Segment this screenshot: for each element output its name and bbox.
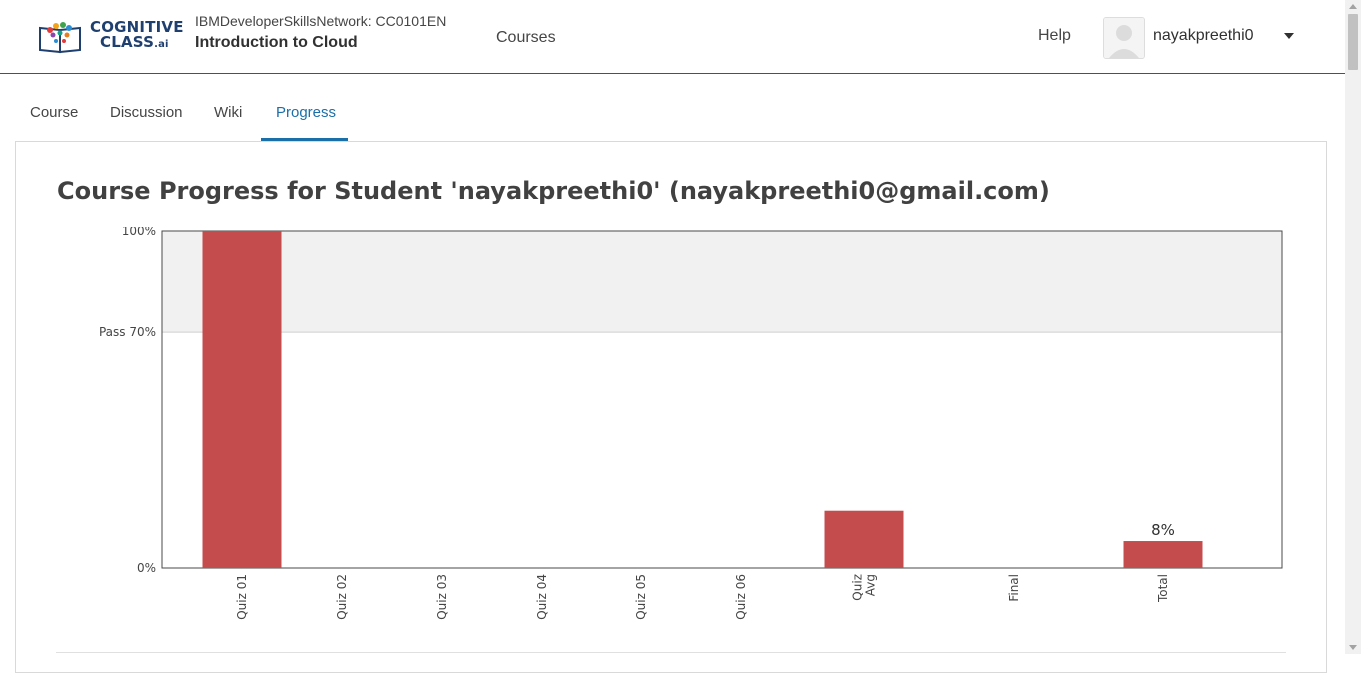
x-tick-label-quiz-02: Quiz 02 — [335, 574, 349, 620]
x-tick-final: Final — [1007, 574, 1021, 602]
logo-line-2-text: CLASS — [100, 33, 155, 51]
y-tick-0: 0% — [137, 561, 156, 575]
tab-wiki[interactable]: Wiki — [214, 104, 242, 121]
course-organization: IBMDeveloperSkillsNetwork: CC0101EN — [195, 13, 447, 29]
chevron-down-icon[interactable] — [1284, 33, 1294, 39]
user-avatar-icon — [1104, 18, 1144, 58]
x-tick-label-quiz-01: Quiz 01 — [235, 574, 249, 620]
course-tabs: Course Discussion Wiki Progress — [0, 90, 1345, 142]
cognitive-class-logo[interactable]: COGNITIVE CLASS.ai — [36, 18, 183, 54]
x-tick-quiz-04: Quiz 04 — [535, 574, 549, 620]
courses-nav-link[interactable]: Courses — [496, 29, 556, 47]
x-tick-label-total: Total — [1156, 574, 1170, 603]
x-tick-quiz-01: Quiz 01 — [235, 574, 249, 620]
chart-annotations: 8% — [1151, 521, 1175, 539]
grade-progress-chart: 100%Pass 70%0% Quiz 01 Quiz 02 Quiz 03 Quiz… — [99, 227, 1283, 620]
pass-threshold-band — [162, 231, 1282, 333]
x-tick-label-quiz-04: Quiz 04 — [535, 574, 549, 620]
site-header: COGNITIVE CLASS.ai IBMDeveloperSkillsNet… — [0, 0, 1345, 74]
logo-suffix: .ai — [154, 39, 169, 50]
progress-panel: Course Progress for Student 'nayakpreeth… — [15, 141, 1327, 673]
chart-background — [161, 230, 1283, 569]
bar-quiz-01 — [202, 231, 282, 568]
help-link[interactable]: Help — [1038, 27, 1071, 45]
scroll-up-arrow-icon[interactable] — [1349, 4, 1357, 9]
x-tick-label-quiz-avg-1: Quiz — [851, 574, 865, 601]
section-divider — [56, 652, 1286, 653]
avatar[interactable] — [1103, 17, 1145, 59]
x-tick-label-quiz-05: Quiz 05 — [634, 574, 648, 620]
x-tick-quiz-03: Quiz 03 — [435, 574, 449, 620]
y-tick-100: 100% — [122, 227, 156, 238]
chart-x-ticks: Quiz 01 Quiz 02 Quiz 03 Quiz 04 Quiz 05 Quiz … — [235, 574, 1170, 620]
x-tick-label-quiz-06: Quiz 06 — [734, 574, 748, 620]
book-logo-icon — [39, 22, 81, 54]
page-title: Course Progress for Student 'nayakpreeth… — [57, 177, 1050, 205]
logo-text: COGNITIVE CLASS.ai — [90, 20, 184, 52]
x-tick-label-final: Final — [1007, 574, 1021, 602]
page-scrollbar[interactable] — [1345, 0, 1361, 654]
data-label-total: 8% — [1151, 521, 1175, 539]
tab-progress[interactable]: Progress — [276, 104, 336, 121]
x-tick-label-quiz-03: Quiz 03 — [435, 574, 449, 620]
x-tick-label-quiz-avg-2: Avg — [864, 574, 878, 596]
course-title: Introduction to Cloud — [195, 34, 358, 51]
username-menu[interactable]: nayakpreethi0 — [1153, 27, 1254, 45]
x-tick-quiz-02: Quiz 02 — [335, 574, 349, 620]
bar-total — [1123, 541, 1203, 568]
x-tick-total: Total — [1156, 574, 1170, 603]
scrollbar-thumb[interactable] — [1348, 14, 1358, 70]
x-tick-quiz-05: Quiz 05 — [634, 574, 648, 620]
scroll-down-arrow-icon[interactable] — [1349, 645, 1357, 650]
tab-course[interactable]: Course — [30, 104, 78, 121]
x-tick-quiz-06: Quiz 06 — [734, 574, 748, 620]
tab-discussion[interactable]: Discussion — [110, 104, 183, 121]
logo-line-2: CLASS.ai — [90, 35, 184, 52]
chart-y-ticks: 100% Pass 70% 0% — [99, 227, 156, 575]
y-tick-pass-70: Pass 70% — [99, 325, 156, 339]
x-tick-quiz-avg: Quiz Avg — [851, 574, 878, 601]
bar-quiz-avg — [824, 510, 904, 568]
